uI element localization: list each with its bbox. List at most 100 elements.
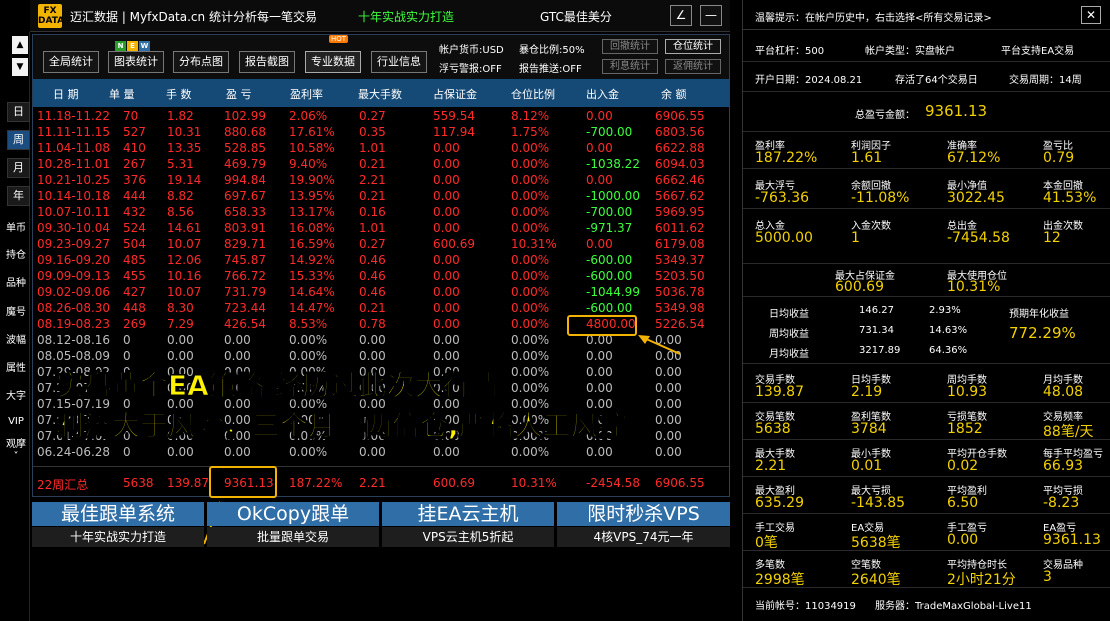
stat-value: 41.53% bbox=[1043, 190, 1097, 206]
cell-lots: 10.07 bbox=[167, 285, 202, 299]
period-year-button[interactable]: 年 bbox=[7, 186, 30, 206]
stat-value: 5000.00 bbox=[755, 230, 813, 246]
col-deposit[interactable]: 出入金 bbox=[586, 86, 619, 102]
trading-days: 存活了64个交易日 bbox=[895, 75, 978, 86]
col-balance[interactable]: 余 额 bbox=[661, 86, 687, 102]
banner-vps-sale[interactable]: 限时秒杀VPS bbox=[557, 502, 730, 526]
tool-symbol[interactable]: 单币 bbox=[3, 219, 29, 234]
period-month-button[interactable]: 月 bbox=[7, 158, 30, 178]
cell-deposit: -600.00 bbox=[586, 301, 633, 315]
cell-pnl: 658.33 bbox=[224, 205, 266, 219]
minimize-button[interactable]: — bbox=[700, 5, 722, 26]
cell-pnl: 697.67 bbox=[224, 189, 266, 203]
banner-ea-host-sub[interactable]: VPS云主机5折起 bbox=[382, 527, 554, 547]
drawdown-stats-button[interactable]: 回撤统计 bbox=[602, 39, 658, 54]
tool-instrument[interactable]: 品种 bbox=[3, 274, 29, 289]
table-row[interactable]: 11.18-11.22 70 1.82 102.99 2.06% 0.27 559.54 8.… bbox=[33, 109, 729, 125]
cell-profit-rate: 0.00% bbox=[289, 333, 328, 347]
cell-deposit: 0.00 bbox=[586, 237, 613, 251]
stat-value: 5638笔 bbox=[851, 535, 901, 551]
distribution-button[interactable]: 分布点图 bbox=[173, 51, 229, 73]
position-stats-button[interactable]: 仓位统计 bbox=[665, 39, 721, 54]
banner-copy-system[interactable]: 最佳跟单系统 bbox=[32, 502, 204, 526]
tool-attribute[interactable]: 属性 bbox=[3, 359, 29, 374]
account-footer: 当前帐号：11034919 服务器：TradeMaxGlobal-Live11 bbox=[743, 592, 1110, 618]
monthly-avg-value: 3217.89 bbox=[859, 345, 901, 356]
stats-row-risk: 最大浮亏 -763.36 余额回撤 -11.08% 最小净值 3022.45 本金回撤 41.… bbox=[743, 172, 1110, 209]
table-row[interactable]: 09.23-09.27 504 10.07 829.71 16.59% 0.27 600.6… bbox=[33, 237, 729, 253]
table-row[interactable]: 10.07-10.11 432 8.56 658.33 13.17% 0.16 0.00 0.… bbox=[33, 205, 729, 221]
tool-watch[interactable]: 观摩 bbox=[3, 435, 29, 450]
banner-okcopy-sub[interactable]: 批量跟单交易 bbox=[207, 527, 379, 547]
table-row[interactable]: 10.28-11.01 267 5.31 469.79 9.40% 0.21 0.00 0.0… bbox=[33, 157, 729, 173]
rebate-stats-button[interactable]: 返佣统计 bbox=[665, 59, 721, 74]
col-pnl[interactable]: 盈 亏 bbox=[226, 86, 252, 102]
scroll-up-icon[interactable]: ▲ bbox=[12, 36, 28, 54]
table-row[interactable]: 10.14-10.18 444 8.82 697.67 13.95% 0.21 0.00 0.… bbox=[33, 189, 729, 205]
cell-deposit: -600.00 bbox=[586, 253, 633, 267]
col-position-ratio[interactable]: 仓位比例 bbox=[511, 86, 555, 102]
table-row[interactable]: 06.24-06.28 0 0.00 0.00 0.00% 0.00 0.00 0.00% 0.… bbox=[33, 445, 729, 461]
max-position-value: 10.31% bbox=[947, 279, 1001, 295]
tool-magic[interactable]: 魔号 bbox=[3, 303, 29, 318]
pro-data-button[interactable]: 专业数据 bbox=[305, 51, 361, 73]
cell-profit-rate: 0.00% bbox=[289, 349, 328, 363]
cell-margin: 0.00 bbox=[433, 221, 460, 235]
cell-profit-rate: 13.17% bbox=[289, 205, 335, 219]
tool-large-font[interactable]: 大字 bbox=[3, 387, 29, 402]
table-row[interactable]: 11.11-11.15 527 10.31 880.68 17.61% 0.35 117.9… bbox=[33, 125, 729, 141]
monthly-avg-label: 月均收益 bbox=[769, 349, 809, 360]
cell-profit-rate: 0.00% bbox=[289, 445, 328, 459]
cell-balance: 5969.95 bbox=[655, 205, 705, 219]
cell-position-ratio: 0.00% bbox=[511, 221, 550, 235]
stats-row-lot-range: 最大手数 2.21 最小手数 0.01 平均开仓手数 0.02 每手平均盈亏 66.93 bbox=[743, 440, 1110, 477]
table-row[interactable]: 09.09-09.13 455 10.16 766.72 15.33% 0.46 0.00 0… bbox=[33, 269, 729, 285]
col-orders[interactable]: 单 量 bbox=[109, 86, 135, 102]
tool-vip[interactable]: VIP bbox=[3, 416, 29, 427]
table-row[interactable]: 09.02-09.06 427 10.07 731.79 14.64% 0.46 0.00 0… bbox=[33, 285, 729, 301]
cell-margin: 0.00 bbox=[433, 301, 460, 315]
cell-lots: 8.82 bbox=[167, 189, 194, 203]
close-icon[interactable]: ✕ bbox=[1081, 6, 1101, 24]
cell-balance: 6179.08 bbox=[655, 237, 705, 251]
cell-date: 08.26-08.30 bbox=[37, 301, 111, 315]
cell-deposit: 0.00 bbox=[586, 141, 613, 155]
cell-deposit: -1038.22 bbox=[586, 157, 640, 171]
col-max-lots[interactable]: 最大手数 bbox=[358, 86, 402, 102]
interest-stats-button[interactable]: 利息统计 bbox=[602, 59, 658, 74]
banner-vps-sale-sub[interactable]: 4核VPS_74元一年 bbox=[557, 527, 730, 547]
col-lots[interactable]: 手 数 bbox=[166, 86, 192, 102]
industry-info-button[interactable]: 行业信息 bbox=[371, 51, 427, 73]
cell-position-ratio: 0.00% bbox=[511, 157, 550, 171]
banner-ea-host[interactable]: 挂EA云主机 bbox=[382, 502, 554, 526]
stat-value: 0.02 bbox=[947, 458, 979, 474]
banner-okcopy[interactable]: OkCopy跟单 bbox=[207, 502, 379, 526]
cell-pnl: 0.00 bbox=[224, 333, 251, 347]
table-row[interactable]: 08.05-08.09 0 0.00 0.00 0.00% 0.00 0.00 0.00% 0.… bbox=[33, 349, 729, 365]
stat-value: 3 bbox=[1043, 569, 1052, 585]
tool-amplitude[interactable]: 波幅 bbox=[3, 331, 29, 346]
chart-stats-button[interactable]: 图表统计 bbox=[108, 51, 164, 73]
table-row[interactable]: 10.21-10.25 376 19.14 994.84 19.90% 2.21 0.00 0… bbox=[33, 173, 729, 189]
col-margin[interactable]: 占保证金 bbox=[433, 86, 477, 102]
table-row[interactable]: 09.30-10.04 524 14.61 803.91 16.08% 1.01 0.00 0… bbox=[33, 221, 729, 237]
banner-copy-system-sub[interactable]: 十年实战实力打造 bbox=[32, 527, 204, 547]
tool-position[interactable]: 持仓 bbox=[3, 246, 29, 261]
table-row[interactable]: 09.16-09.20 485 12.06 745.87 14.92% 0.46 0.00 0… bbox=[33, 253, 729, 269]
period-day-button[interactable]: 日 bbox=[7, 102, 30, 122]
table-row[interactable]: 11.04-11.08 410 13.35 528.85 10.58% 1.01 0.00 0… bbox=[33, 141, 729, 157]
col-profit-rate[interactable]: 盈利率 bbox=[290, 86, 323, 102]
cell-orders: 269 bbox=[123, 317, 146, 331]
cell-profit-rate: 9.40% bbox=[289, 157, 328, 171]
scroll-down-icon[interactable]: ▼ bbox=[12, 58, 28, 76]
leverage: 平台杠杆：500 bbox=[755, 46, 825, 57]
report-screenshot-button[interactable]: 报告截图 bbox=[239, 51, 295, 73]
edit-button[interactable]: ∠ bbox=[670, 5, 692, 26]
more-chevron-icon[interactable]: ˅ bbox=[3, 451, 29, 462]
cell-pnl: 994.84 bbox=[224, 173, 266, 187]
period-week-button[interactable]: 周 bbox=[7, 130, 30, 150]
cell-pnl: 745.87 bbox=[224, 253, 266, 267]
col-date[interactable]: 日 期 bbox=[53, 86, 79, 102]
global-stats-button[interactable]: 全局统计 bbox=[43, 51, 99, 73]
cell-deposit: -700.00 bbox=[586, 125, 633, 139]
